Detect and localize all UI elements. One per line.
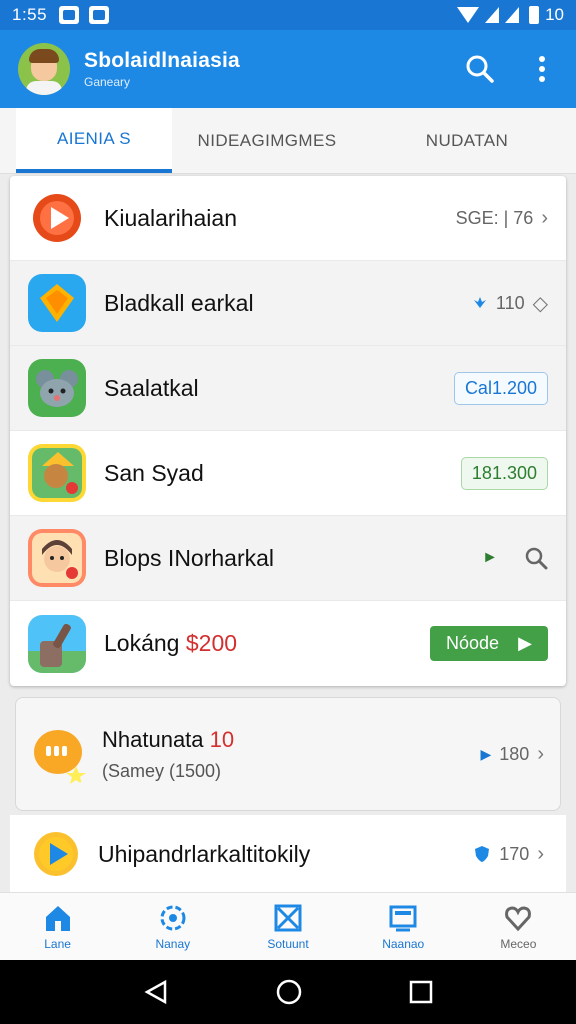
list-item-label: Blops INorharkal [104,544,275,571]
overflow-menu-button[interactable] [526,53,558,85]
battery-icon [529,6,540,24]
app-subtitle: Ganeary [84,75,131,89]
heart-icon [505,905,532,931]
avatar[interactable] [18,43,70,95]
card-meta: 180 [499,743,530,764]
list-item-label: Uhipandrlarkaltitokily [98,840,311,867]
search-button[interactable] [464,53,496,85]
monitor-icon [389,905,417,931]
shield-icon [475,846,490,862]
play-icon: ▶ [518,633,532,653]
list-item[interactable]: Saalatkal Cal1.200 [10,346,566,431]
battery-text: 10 [545,5,564,24]
nav-heart[interactable]: Meceo [461,893,576,960]
card-subtitle: (Samey (1500) [102,760,222,781]
flower-icon [160,905,186,930]
nav-monitor[interactable]: Naanao [346,893,461,960]
kite-icon [28,274,86,332]
home-circle-icon[interactable] [275,978,303,1006]
tab-1[interactable]: AIENIA S [16,108,172,173]
status-time: 1:55 [12,5,48,24]
tab-3[interactable]: NUDATAN [362,108,572,173]
list-item-meta: 110 [495,292,525,313]
list-item[interactable]: Blops INorharkal ► [10,516,566,601]
signal-icon-2 [505,7,520,23]
back-icon[interactable] [143,979,169,1005]
search-icon [525,547,548,570]
list-item[interactable]: San Syad 181.300 [10,431,566,516]
nav-box[interactable]: Sotuunt [230,893,345,960]
gallery-notification-icon [59,6,80,24]
recents-icon[interactable] [409,980,433,1004]
app-list: Kiualarihaian SGE: | 76 › Bladkall earka… [10,176,566,686]
action-button[interactable]: Nóode ▶ [430,626,548,661]
avatar-body [26,81,62,95]
bottom-navigation: Lane Nanay Sotuunt Naanao Meceo [0,892,576,960]
wifi-icon [457,7,480,23]
system-navigation-bar [0,960,576,1024]
download-icon [473,297,486,308]
avatar-hair [29,49,59,63]
app-title: Sbolaidlnaiasia [84,49,240,72]
card-title: Nhatunata 10 [102,726,235,752]
nav-home[interactable]: Lane [0,893,115,960]
app-bar: Sbolaidlnaiasia Ganeary [0,30,576,108]
list-item[interactable]: Bladkall earkal 110 ◇ [10,261,566,346]
home-icon [45,905,70,931]
play-store-icon [34,832,78,876]
list-item[interactable]: Lokáng $200 Nóode ▶ [10,601,566,686]
more-vert-icon [539,56,545,82]
chevron-right-icon: › [537,842,544,865]
boy-icon [28,529,86,587]
price-badge[interactable]: Cal1.200 [453,371,548,405]
featured-card[interactable]: Nhatunata 10 (Samey (1500) ▶ 180 › [15,697,561,811]
edit-notification-icon [89,6,110,24]
chevron-right-icon: › [541,206,548,229]
character-icon [28,444,86,502]
mouse-icon [28,359,86,417]
chevron-right-icon: › [537,742,544,765]
list-item[interactable]: Uhipandrlarkaltitokily 170 › [10,815,566,893]
list-item[interactable]: Kiualarihaian SGE: | 76 › [10,176,566,261]
list-item-label: San Syad [104,459,204,486]
play-small-icon: ▶ [480,745,492,762]
box-x-icon [274,904,302,931]
list-item-label: Lokáng $200 [104,630,238,656]
play-small-icon[interactable]: ► [482,549,498,567]
signal-icon [485,7,500,23]
play-icon [28,189,86,247]
search-icon [466,55,494,83]
diamond-icon: ◇ [532,292,548,315]
tab-bar: AIENIA S NIDEAGIMGMES NUDATAN [0,108,576,174]
price-badge[interactable]: 181.300 [460,456,548,490]
tab-2[interactable]: NIDEAGIMGMES [172,108,362,173]
list-item-label: Kiualarihaian [104,204,237,231]
nav-flower[interactable]: Nanay [115,893,230,960]
smiley-icon [32,724,88,784]
paint-icon [28,614,86,673]
status-bar: 1:55 10 [0,0,576,30]
list-item-meta: 170 [499,843,530,864]
list-item-label: Bladkall earkal [104,289,254,316]
list-item-label: Saalatkal [104,374,199,401]
list-item-meta: SGE: | 76 [455,207,534,228]
